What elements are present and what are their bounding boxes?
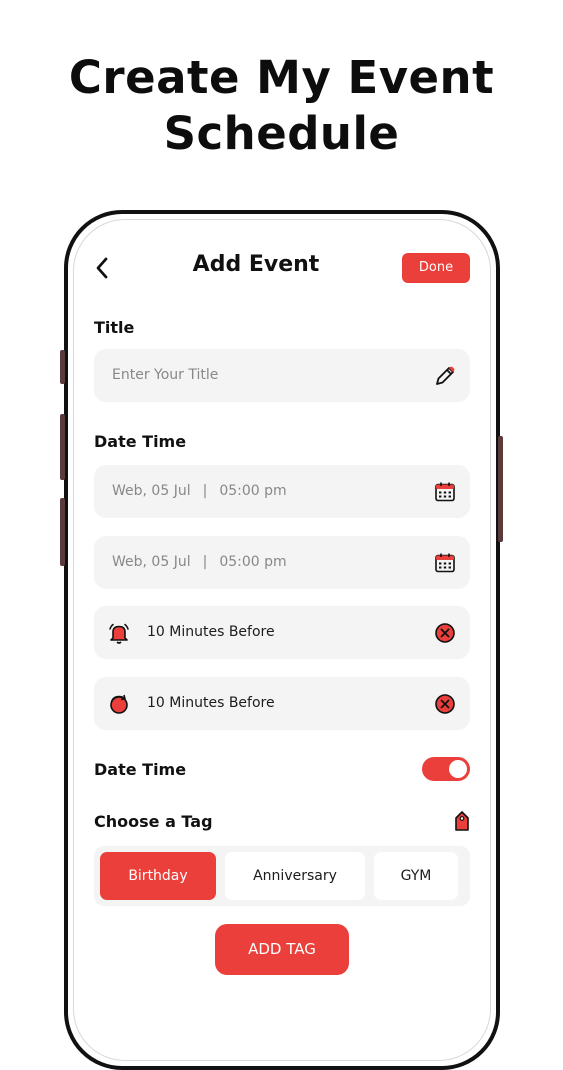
datetime-toggle-label: Date Time	[94, 760, 187, 779]
datetime-label: Date Time	[94, 432, 187, 451]
tag-birthday[interactable]: Birthday	[100, 852, 216, 900]
end-datetime-field[interactable]: Web, 05 Jul | 05:00 pm	[94, 536, 470, 589]
back-button[interactable]	[92, 254, 112, 282]
tag-selector: Birthday Anniversary GYM	[94, 846, 470, 906]
end-date: Web, 05 Jul	[112, 554, 191, 570]
datetime-separator: |	[202, 483, 208, 499]
marketing-headline: Create My Event Schedule	[0, 50, 563, 162]
repeat-field[interactable]: 10 Minutes Before	[94, 677, 470, 730]
toggle-knob	[449, 760, 467, 778]
calendar-icon[interactable]	[433, 480, 457, 504]
done-button[interactable]: Done	[402, 253, 470, 283]
reminder-field[interactable]: 10 Minutes Before	[94, 606, 470, 659]
end-datetime-text: Web, 05 Jul | 05:00 pm	[112, 536, 287, 589]
reminder-text: 10 Minutes Before	[147, 624, 275, 640]
headline-line-1: Create My Event	[68, 51, 495, 104]
start-datetime-field[interactable]: Web, 05 Jul | 05:00 pm	[94, 465, 470, 518]
page-title: Add Event	[192, 252, 320, 277]
start-datetime-text: Web, 05 Jul | 05:00 pm	[112, 465, 287, 518]
phone-side-button	[60, 498, 65, 566]
datetime-toggle[interactable]	[422, 757, 470, 781]
start-time: 05:00 pm	[219, 483, 287, 499]
title-label: Title	[94, 318, 135, 337]
bell-icon	[107, 621, 131, 645]
phone-side-button	[60, 414, 65, 480]
remove-reminder-icon[interactable]	[433, 621, 457, 645]
choose-tag-label: Choose a Tag	[94, 812, 213, 831]
start-date: Web, 05 Jul	[112, 483, 191, 499]
title-placeholder: Enter Your Title	[112, 367, 219, 383]
datetime-separator: |	[202, 554, 208, 570]
calendar-icon[interactable]	[433, 551, 457, 575]
phone-side-button	[498, 436, 503, 542]
phone-side-button	[60, 350, 65, 384]
tag-anniversary[interactable]: Anniversary	[225, 852, 365, 900]
repeat-icon	[107, 692, 131, 716]
remove-repeat-icon[interactable]	[433, 692, 457, 716]
repeat-text: 10 Minutes Before	[147, 695, 275, 711]
pencil-icon[interactable]	[433, 364, 457, 388]
add-tag-button[interactable]: ADD TAG	[215, 924, 349, 975]
chevron-left-icon	[96, 257, 108, 279]
tag-icon	[453, 810, 471, 832]
tag-gym[interactable]: GYM	[374, 852, 458, 900]
end-time: 05:00 pm	[219, 554, 287, 570]
title-input[interactable]: Enter Your Title	[94, 349, 470, 402]
headline-line-2: Schedule	[163, 107, 400, 160]
